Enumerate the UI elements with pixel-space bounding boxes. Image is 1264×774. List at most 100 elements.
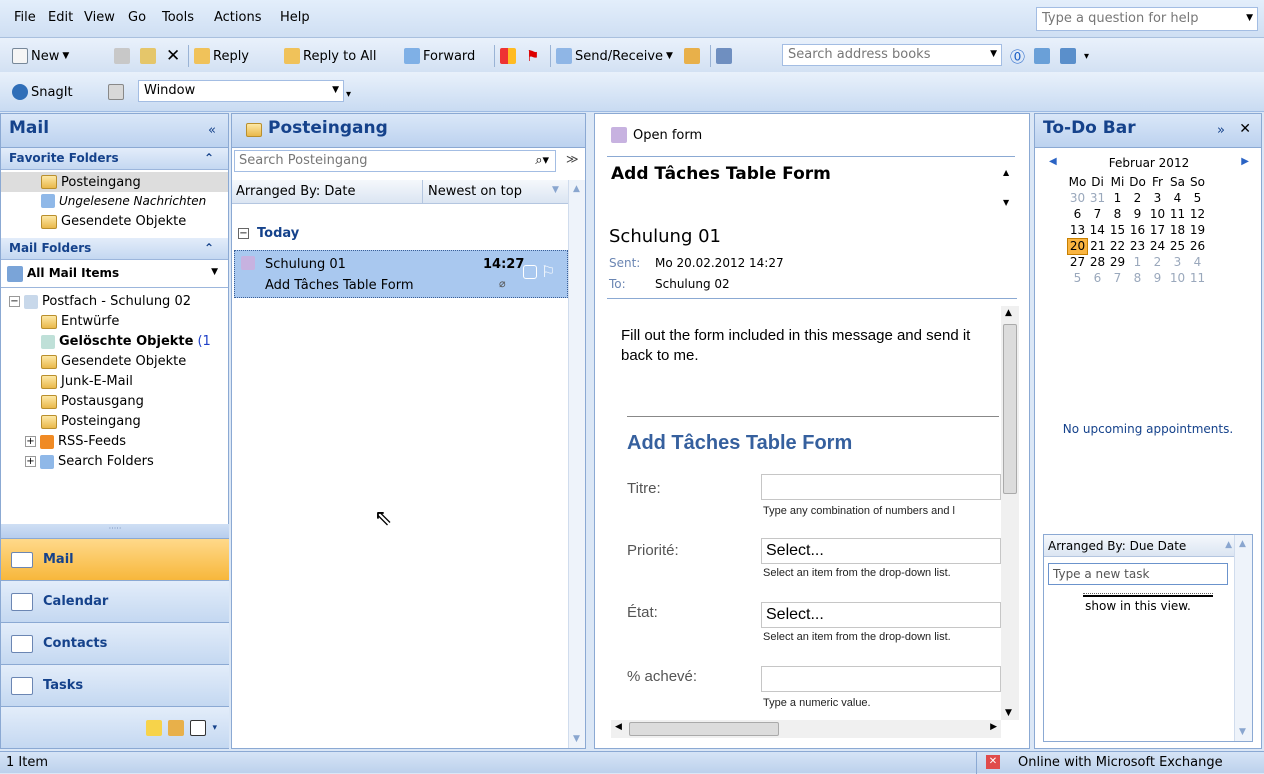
flag-icon[interactable]: ⚐ xyxy=(541,262,555,281)
collapse-nav-icon[interactable]: « xyxy=(208,123,216,138)
scroll-down-icon[interactable]: ▼ xyxy=(573,734,580,744)
exchange-status-icon[interactable]: ✕ xyxy=(986,755,1000,769)
scroll-down-icon[interactable]: ▼ xyxy=(1239,727,1246,737)
capture-mode-dropdown-icon[interactable]: ▼ xyxy=(332,85,339,95)
calendar-day[interactable]: 15 xyxy=(1108,222,1128,238)
move-button[interactable] xyxy=(140,46,156,66)
new-button[interactable]: New ▼ xyxy=(12,46,69,66)
mail-nav-button[interactable]: Mail xyxy=(1,538,229,580)
send-receive-dropdown-icon[interactable]: ▼ xyxy=(666,51,673,61)
header-scroll-down-icon[interactable]: ▼ xyxy=(1003,198,1009,207)
tasks-nav-button[interactable]: Tasks xyxy=(1,664,229,706)
follow-up-button[interactable]: ⚑ xyxy=(526,46,539,66)
collapse-favorites-icon[interactable]: ⌃ xyxy=(204,151,214,165)
help-button[interactable]: ⓪ xyxy=(1010,46,1025,66)
calendar-day[interactable]: 18 xyxy=(1168,222,1188,238)
group-today-header[interactable]: − Today xyxy=(238,226,299,241)
close-icon[interactable]: ✕ xyxy=(1239,121,1251,137)
all-mail-dropdown-icon[interactable]: ▼ xyxy=(211,267,218,277)
menu-tools[interactable]: Tools xyxy=(162,10,194,25)
priorite-select[interactable]: Select... xyxy=(761,538,1001,564)
all-mail-items-select[interactable]: All Mail Items ▼ xyxy=(1,260,228,288)
calendar-day[interactable]: 8 xyxy=(1128,270,1148,286)
calendar-nav-button[interactable]: Calendar xyxy=(1,580,229,622)
scroll-up-icon[interactable]: ▲ xyxy=(1239,539,1246,549)
forward-button[interactable]: Forward xyxy=(404,46,475,66)
reply-button[interactable]: Reply xyxy=(194,46,249,66)
notes-icon[interactable] xyxy=(146,719,163,736)
calendar-day[interactable]: 4 xyxy=(1188,254,1208,270)
body-horizontal-scrollbar[interactable]: ◀ ▶ xyxy=(611,720,1001,738)
h-scroll-thumb[interactable] xyxy=(629,722,779,736)
calendar-day[interactable]: 11 xyxy=(1168,206,1188,222)
scroll-down-icon[interactable]: ▼ xyxy=(1005,708,1012,718)
menu-help[interactable]: Help xyxy=(280,10,310,25)
menu-go[interactable]: Go xyxy=(128,10,146,25)
calendar-day[interactable]: 2 xyxy=(1148,254,1168,270)
new-task-input[interactable]: Type a new task xyxy=(1048,563,1228,585)
message-item[interactable]: Schulung 01 14:27 Add Tâches Table Form … xyxy=(234,250,568,298)
pct-input[interactable] xyxy=(761,666,1001,692)
calendar-day[interactable]: 1 xyxy=(1108,190,1128,206)
capture-mode-select[interactable]: Window ▼ xyxy=(138,80,344,102)
calendar-day[interactable]: 1 xyxy=(1128,254,1148,270)
folder-geloeschte[interactable]: Gelöschte Objekte (1 xyxy=(41,334,211,349)
delete-button[interactable]: ✕ xyxy=(166,46,180,66)
connection-status[interactable]: Online with Microsoft Exchange xyxy=(1018,755,1223,770)
categorize-button[interactable] xyxy=(500,46,516,66)
menu-view[interactable]: View xyxy=(84,10,115,25)
search-address-books-input[interactable]: Search address books ▼ xyxy=(782,44,1002,66)
list-scrollbar[interactable]: ▲ ▼ xyxy=(568,180,585,748)
shortcuts-icon[interactable] xyxy=(190,719,207,736)
calendar-day[interactable]: 10 xyxy=(1148,206,1168,222)
favorite-sent[interactable]: Gesendete Objekte xyxy=(41,214,186,229)
help-dropdown-icon[interactable]: ▼ xyxy=(1246,13,1253,23)
toolbar-options-button[interactable]: ▾ xyxy=(1084,46,1089,66)
collapse-mail-folders-icon[interactable]: ⌃ xyxy=(204,241,214,255)
calendar-day[interactable]: 29 xyxy=(1108,254,1128,270)
contacts-group-button[interactable] xyxy=(1060,46,1076,66)
calendar-day[interactable]: 3 xyxy=(1148,190,1168,206)
minimize-todo-icon[interactable]: » xyxy=(1217,123,1225,138)
help-search-box[interactable]: Type a question for help ▼ xyxy=(1036,7,1258,31)
contacts-sync-button[interactable] xyxy=(1034,46,1050,66)
favorite-unread[interactable]: Ungelesene Nachrichten xyxy=(41,194,206,208)
scroll-thumb[interactable] xyxy=(1003,324,1017,494)
recipient[interactable]: Schulung 02 xyxy=(655,277,730,291)
calendar-day[interactable]: 21 xyxy=(1088,238,1108,254)
folder-search[interactable]: + Search Folders xyxy=(25,454,154,469)
calendar-day[interactable]: 17 xyxy=(1148,222,1168,238)
calendar-day[interactable]: 14 xyxy=(1088,222,1108,238)
snagit-settings-button[interactable] xyxy=(108,82,124,102)
calendar-day[interactable]: 7 xyxy=(1088,206,1108,222)
folder-gesendete[interactable]: Gesendete Objekte xyxy=(41,354,186,369)
etat-select[interactable]: Select... xyxy=(761,602,1001,628)
favorite-posteingang[interactable]: Posteingang xyxy=(1,172,228,192)
calendar-day[interactable]: 6 xyxy=(1088,270,1108,286)
calendar-day[interactable]: 16 xyxy=(1128,222,1148,238)
scroll-up-icon[interactable]: ▲ xyxy=(1005,308,1012,318)
print-button[interactable] xyxy=(114,46,130,66)
calendar-day[interactable]: 22 xyxy=(1108,238,1128,254)
address-book-button[interactable] xyxy=(684,46,700,66)
calendar-day[interactable]: 30 xyxy=(1068,190,1088,206)
calendar-day[interactable]: 13 xyxy=(1068,222,1088,238)
search-inbox-input[interactable]: Search Posteingang ⌕▾ xyxy=(234,150,556,172)
calendar-day[interactable]: 5 xyxy=(1068,270,1088,286)
configure-buttons-icon[interactable]: ▾ xyxy=(212,723,217,733)
address-dropdown-icon[interactable]: ▼ xyxy=(990,49,997,59)
calendar-day[interactable]: 3 xyxy=(1168,254,1188,270)
calendar-day[interactable]: 7 xyxy=(1108,270,1128,286)
scroll-up-icon[interactable]: ▲ xyxy=(573,184,580,194)
reply-all-button[interactable]: Reply to All xyxy=(284,46,376,66)
calendar-day[interactable]: 24 xyxy=(1148,238,1168,254)
task-arrange-header[interactable]: Arranged By: Due Date ▲ xyxy=(1044,535,1252,557)
calendar-day[interactable]: 23 xyxy=(1128,238,1148,254)
folder-posteingang[interactable]: Posteingang xyxy=(41,414,141,429)
find-contact-button[interactable] xyxy=(716,46,732,66)
folder-entwuerfe[interactable]: Entwürfe xyxy=(41,314,119,329)
sender-name[interactable]: Schulung 01 xyxy=(609,226,721,247)
calendar-day[interactable]: 10 xyxy=(1168,270,1188,286)
mailbox-node[interactable]: − Postfach - Schulung 02 xyxy=(9,294,191,309)
calendar-day[interactable]: 5 xyxy=(1188,190,1208,206)
